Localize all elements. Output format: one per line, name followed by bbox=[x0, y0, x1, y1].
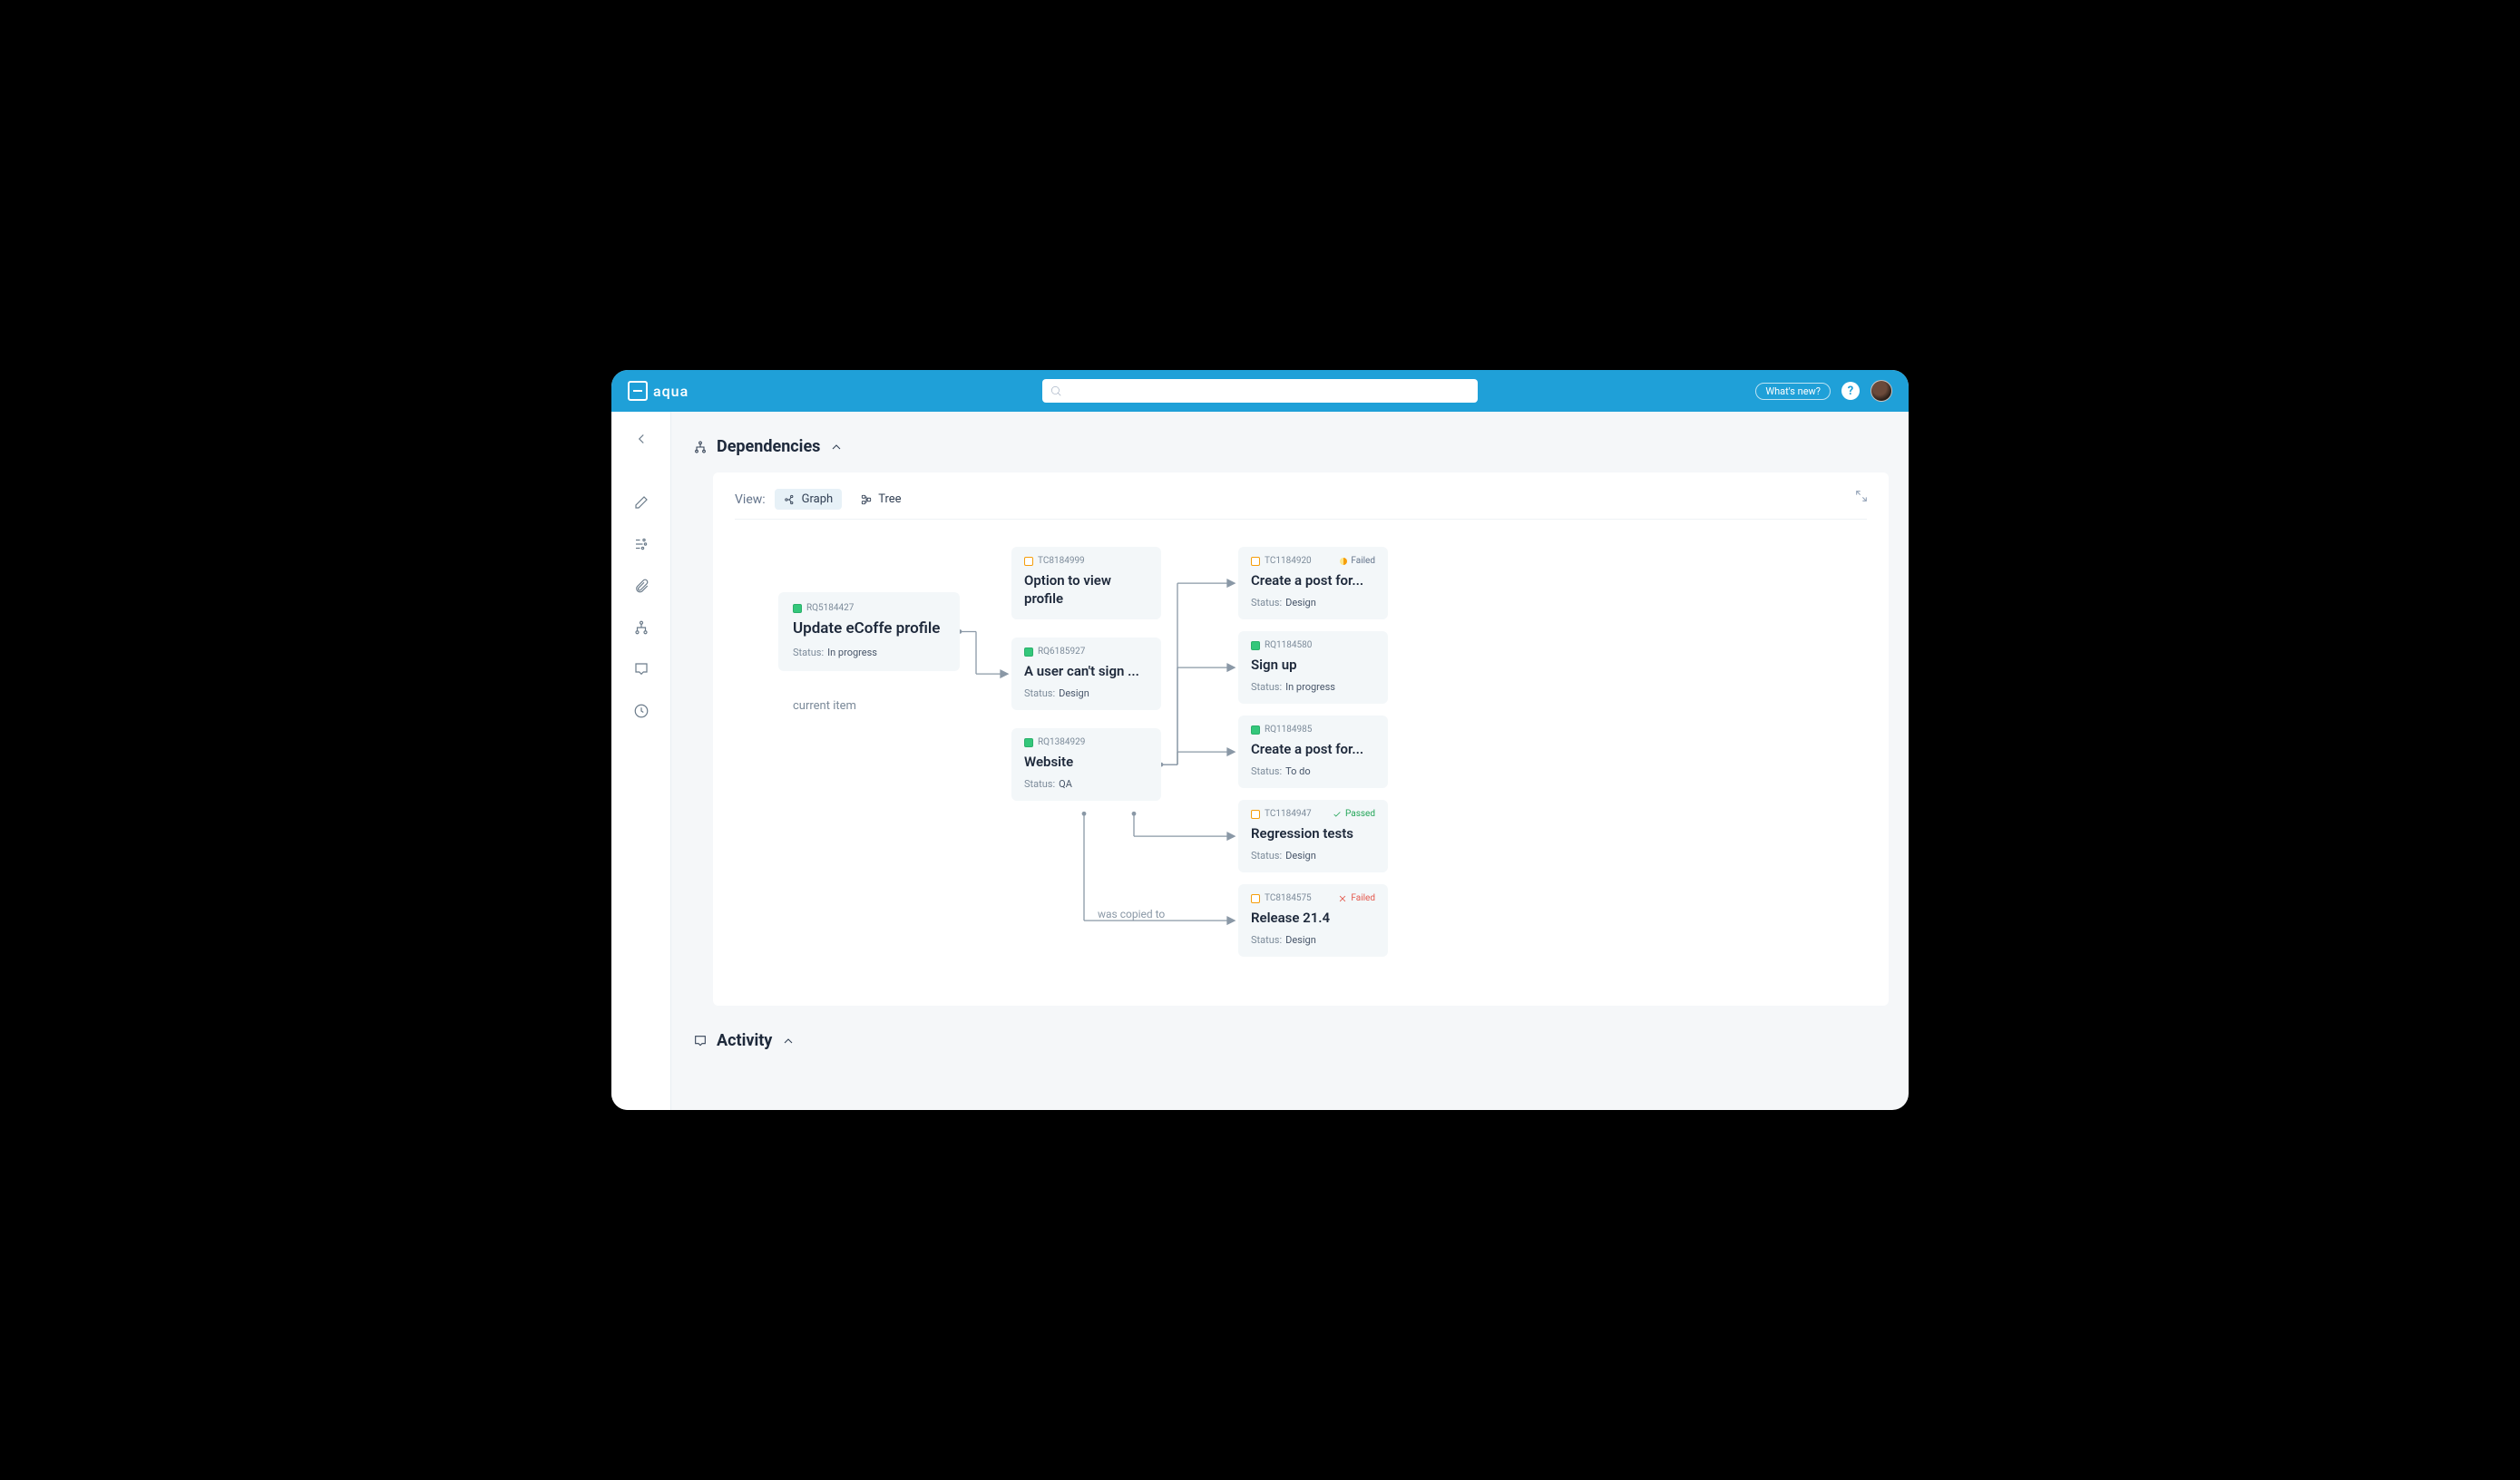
expand-button[interactable] bbox=[1854, 489, 1869, 507]
card-title: Create a post for... bbox=[1251, 740, 1375, 758]
x-icon bbox=[1338, 894, 1347, 903]
card-root[interactable]: RQ5184427 Update eCoffe profile Status:I… bbox=[778, 592, 960, 671]
activity-icon bbox=[693, 1034, 708, 1048]
status-label: Status: bbox=[1251, 681, 1282, 693]
card-id: RQ5184427 bbox=[806, 603, 854, 613]
activity-title: Activity bbox=[717, 1031, 772, 1050]
type-rq-icon bbox=[1024, 648, 1033, 657]
card-id: TC8184575 bbox=[1265, 893, 1312, 903]
status-value: To do bbox=[1285, 765, 1311, 777]
status-value: Design bbox=[1059, 687, 1089, 699]
logo-icon bbox=[628, 381, 648, 401]
status-value: Design bbox=[1285, 934, 1316, 946]
edit-icon[interactable] bbox=[629, 490, 654, 515]
type-tc-icon bbox=[1251, 894, 1260, 903]
card-title: Update eCoffe profile bbox=[793, 618, 945, 639]
card[interactable]: RQ1384929 Website Status: QA bbox=[1011, 728, 1161, 801]
status-label: Status: bbox=[1024, 687, 1055, 699]
view-tree-button[interactable]: Tree bbox=[851, 489, 910, 510]
card[interactable]: TC1184920 Failed Create a post for... St… bbox=[1238, 547, 1388, 619]
status-value: Design bbox=[1285, 850, 1316, 862]
card[interactable]: TC1184947 Passed Regression tests Status… bbox=[1238, 800, 1388, 872]
history-icon[interactable] bbox=[629, 698, 654, 724]
card-title: Option to view profile bbox=[1024, 571, 1148, 609]
status-label: Status: bbox=[1251, 850, 1282, 862]
status-value: In progress bbox=[827, 647, 877, 658]
comment-icon[interactable] bbox=[629, 657, 654, 682]
card-title: Release 21.4 bbox=[1251, 909, 1375, 927]
top-bar: aqua What's new? ? bbox=[611, 370, 1909, 412]
avatar[interactable] bbox=[1870, 380, 1892, 402]
status-value: Design bbox=[1285, 597, 1316, 609]
chevron-up-icon[interactable] bbox=[781, 1034, 796, 1048]
card-id: TC8184999 bbox=[1038, 556, 1085, 566]
status-label: Status: bbox=[1024, 778, 1055, 790]
status-label: Status: bbox=[793, 647, 824, 658]
status-label: Status: bbox=[1251, 597, 1282, 609]
graph-icon bbox=[784, 493, 796, 506]
attachment-icon[interactable] bbox=[629, 573, 654, 599]
dependencies-header[interactable]: Dependencies bbox=[693, 437, 1889, 456]
hierarchy-icon[interactable] bbox=[629, 615, 654, 640]
search-input[interactable] bbox=[1042, 379, 1478, 403]
dependency-graph: RQ5184427 Update eCoffe profile Status:I… bbox=[735, 538, 1867, 973]
status-label: Status: bbox=[1251, 934, 1282, 946]
hierarchy-icon bbox=[693, 440, 708, 454]
type-tc-icon bbox=[1251, 810, 1260, 819]
half-circle-icon bbox=[1340, 558, 1347, 565]
card-id: RQ6185927 bbox=[1038, 647, 1085, 657]
card-id: RQ1184580 bbox=[1265, 640, 1312, 650]
view-label: View: bbox=[735, 492, 766, 507]
dependencies-title: Dependencies bbox=[717, 437, 820, 456]
card-id: TC1184947 bbox=[1265, 809, 1312, 819]
type-rq-icon bbox=[1024, 738, 1033, 747]
main-area: Dependencies View: Graph Tree bbox=[671, 412, 1909, 1110]
card-title: Regression tests bbox=[1251, 824, 1375, 842]
dependencies-panel: View: Graph Tree RQ5184427 Update eCo bbox=[713, 472, 1889, 1006]
status-value: In progress bbox=[1285, 681, 1335, 693]
expand-icon bbox=[1854, 489, 1869, 503]
help-button[interactable]: ? bbox=[1841, 382, 1860, 400]
type-rq-icon bbox=[793, 604, 802, 613]
card[interactable]: TC8184999 Option to view profile bbox=[1011, 547, 1161, 619]
tree-icon bbox=[860, 493, 873, 506]
type-rq-icon bbox=[1251, 641, 1260, 650]
card-title: Sign up bbox=[1251, 656, 1375, 674]
card[interactable]: RQ6185927 A user can't sign ... Status: D… bbox=[1011, 638, 1161, 710]
status-label: Status: bbox=[1251, 765, 1282, 777]
steps-icon[interactable] bbox=[629, 531, 654, 557]
brand-name: aqua bbox=[653, 383, 689, 400]
card-id: RQ1184985 bbox=[1265, 725, 1312, 735]
sidebar bbox=[611, 412, 671, 1110]
card[interactable]: TC8184575 Failed Release 21.4 Status:Des… bbox=[1238, 884, 1388, 957]
type-tc-icon bbox=[1024, 557, 1033, 566]
card-id: RQ1384929 bbox=[1038, 737, 1085, 747]
chevron-up-icon[interactable] bbox=[829, 440, 844, 454]
type-rq-icon bbox=[1251, 725, 1260, 735]
edge-label-copied: was copied to bbox=[1098, 908, 1165, 920]
back-icon[interactable] bbox=[629, 426, 654, 452]
card-title: Create a post for... bbox=[1251, 571, 1375, 589]
card-title: Website bbox=[1024, 753, 1148, 771]
card-title: A user can't sign ... bbox=[1024, 662, 1148, 680]
card[interactable]: RQ1184580 Sign up Status:In progress bbox=[1238, 631, 1388, 704]
search-icon bbox=[1050, 385, 1062, 397]
whats-new-button[interactable]: What's new? bbox=[1755, 383, 1831, 400]
type-tc-icon bbox=[1251, 557, 1260, 566]
check-icon bbox=[1333, 810, 1342, 819]
view-graph-button[interactable]: Graph bbox=[775, 489, 843, 510]
brand-logo[interactable]: aqua bbox=[628, 381, 689, 401]
card-id: TC1184920 bbox=[1265, 556, 1312, 566]
status-value: QA bbox=[1059, 778, 1072, 790]
activity-header[interactable]: Activity bbox=[693, 1031, 1889, 1050]
current-item-label: current item bbox=[793, 699, 856, 713]
card[interactable]: RQ1184985 Create a post for... Status:To… bbox=[1238, 716, 1388, 788]
